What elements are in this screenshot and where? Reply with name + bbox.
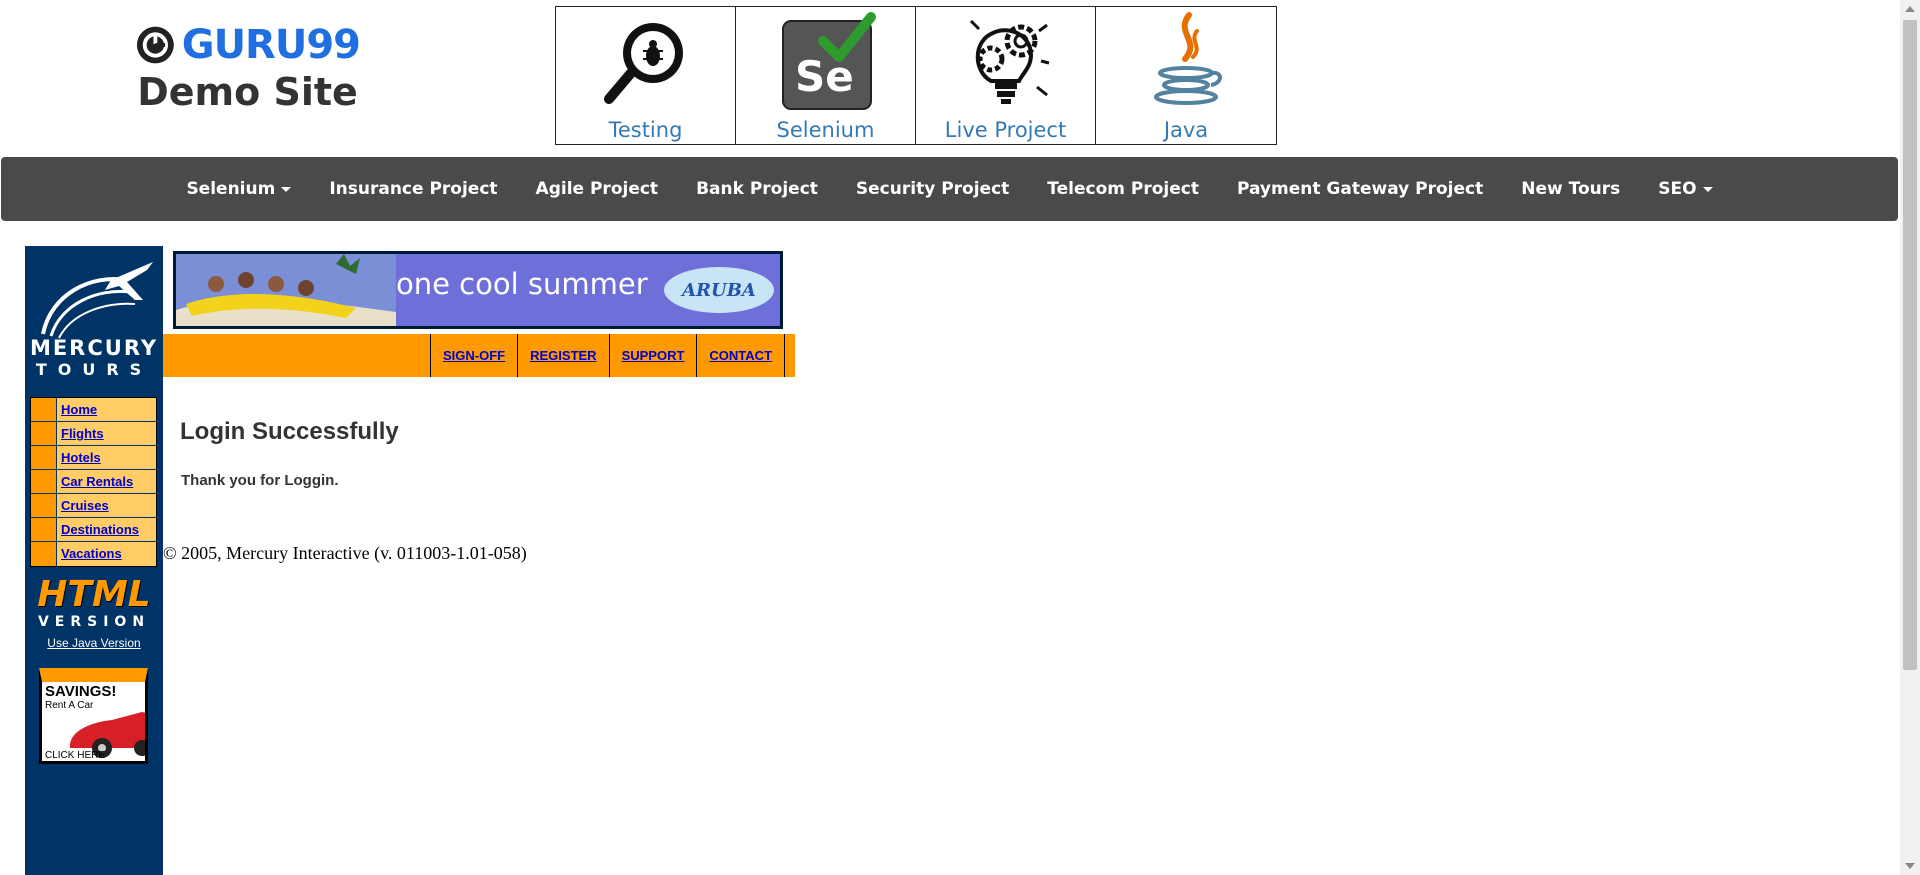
scroll-down-arrow-icon[interactable]	[1905, 863, 1915, 869]
login-message: Thank you for Loggin.	[181, 472, 339, 489]
html-version-subtitle: VERSION	[37, 614, 151, 630]
side-nav-bullet	[31, 494, 57, 517]
mercury-side-nav: Home Flights Hotels Car Rentals Cruises …	[30, 397, 157, 567]
top-links: SIGN-OFF REGISTER SUPPORT CONTACT	[430, 334, 786, 377]
topic-testing[interactable]: Testing	[556, 7, 736, 144]
nav-bank-project[interactable]: Bank Project	[677, 179, 837, 199]
topic-live-project[interactable]: Live Project	[916, 7, 1096, 144]
side-link-vacations[interactable]: Vacations	[57, 542, 122, 566]
banner-tagline: one cool summer	[396, 267, 648, 301]
topic-label: Selenium	[776, 118, 875, 142]
main-navbar: Selenium Insurance Project Agile Project…	[1, 157, 1898, 221]
side-nav-row: Flights	[31, 422, 156, 446]
aruba-banner-ad[interactable]: one cool summer ARUBA	[173, 251, 783, 329]
side-nav-bullet	[31, 398, 57, 421]
side-link-flights[interactable]: Flights	[57, 422, 104, 445]
selenium-logo-icon: Se	[781, 12, 876, 110]
guru99-mark-icon	[136, 26, 174, 64]
side-nav-row: Destinations	[31, 518, 156, 542]
caret-down-icon	[281, 186, 292, 192]
side-link-home[interactable]: Home	[57, 398, 97, 421]
nav-security-project[interactable]: Security Project	[837, 179, 1028, 199]
side-nav-row: Vacations	[31, 542, 156, 566]
rent-a-car-ad[interactable]: SAVINGS! Rent A Car CLICK HERE	[39, 668, 148, 764]
side-nav-bullet	[31, 542, 57, 566]
contact-link[interactable]: CONTACT	[697, 334, 786, 377]
side-link-destinations[interactable]: Destinations	[57, 518, 139, 541]
side-link-cruises[interactable]: Cruises	[57, 494, 109, 517]
nav-new-tours[interactable]: New Tours	[1502, 179, 1639, 199]
nav-insurance-project[interactable]: Insurance Project	[310, 179, 516, 199]
magnifier-bug-icon	[603, 23, 683, 104]
caret-down-icon	[1702, 186, 1713, 192]
vertical-scrollbar[interactable]	[1900, 0, 1920, 875]
beach-raft-photo-icon	[176, 254, 396, 326]
html-version-badge: HTML VERSION Use Java Version	[35, 574, 153, 651]
nav-seo-dropdown[interactable]: SEO	[1639, 179, 1731, 199]
sign-off-link[interactable]: SIGN-OFF	[431, 334, 519, 377]
side-nav-bullet	[31, 446, 57, 469]
topic-label: Live Project	[944, 118, 1067, 142]
mercury-logo-text: MERCURY	[29, 336, 159, 360]
side-nav-row: Hotels	[31, 446, 156, 470]
side-nav-bullet	[31, 422, 57, 445]
nav-telecom-project[interactable]: Telecom Project	[1028, 179, 1218, 199]
ad-cta: CLICK HERE	[45, 750, 106, 761]
page-title: Login Successfully	[180, 418, 399, 445]
html-version-title: HTML	[37, 574, 151, 615]
lightbulb-gear-icon	[969, 19, 1049, 104]
side-nav-bullet	[31, 470, 57, 493]
scroll-thumb[interactable]	[1903, 20, 1917, 670]
nav-payment-gateway-project[interactable]: Payment Gateway Project	[1218, 179, 1502, 199]
svg-text:Se: Se	[795, 52, 854, 101]
nav-agile-project[interactable]: Agile Project	[517, 179, 678, 199]
banner-brand: ARUBA	[682, 280, 756, 301]
register-link[interactable]: REGISTER	[518, 334, 610, 377]
side-nav-bullet	[31, 518, 57, 541]
support-link[interactable]: SUPPORT	[610, 334, 698, 377]
brand-subtitle: Demo Site	[137, 70, 358, 114]
use-java-version-link[interactable]: Use Java Version	[35, 636, 153, 650]
nav-selenium-dropdown[interactable]: Selenium	[167, 179, 310, 199]
nav-label: Selenium	[186, 179, 276, 199]
copyright-footer: © 2005, Mercury Interactive (v. 011003-1…	[163, 543, 527, 563]
guru99-logo[interactable]: GURU99 Demo Site	[135, 22, 361, 114]
side-link-car-rentals[interactable]: Car Rentals	[57, 470, 133, 493]
topic-label: Testing	[608, 118, 683, 142]
nav-label: SEO	[1658, 179, 1697, 199]
mercury-top-menu: SIGN-OFF REGISTER SUPPORT CONTACT	[163, 334, 795, 377]
topic-label: Java	[1163, 118, 1209, 142]
side-nav-row: Cruises	[31, 494, 156, 518]
topic-selenium[interactable]: Se Selenium	[736, 7, 916, 144]
brand-name: GURU99	[181, 22, 361, 68]
topic-tiles: Testing Se Selenium Live Project Java	[555, 6, 1277, 145]
scroll-up-arrow-icon[interactable]	[1905, 6, 1915, 12]
mercury-sidebar: MERCURY TOURS Home Flights Hotels Car Re…	[25, 246, 163, 875]
tours-logo-text: TOURS	[35, 360, 153, 379]
side-nav-row: Car Rentals	[31, 470, 156, 494]
java-coffee-icon	[1154, 12, 1222, 105]
side-nav-row: Home	[31, 398, 156, 422]
topic-java[interactable]: Java	[1096, 7, 1276, 144]
side-link-hotels[interactable]: Hotels	[57, 446, 101, 469]
